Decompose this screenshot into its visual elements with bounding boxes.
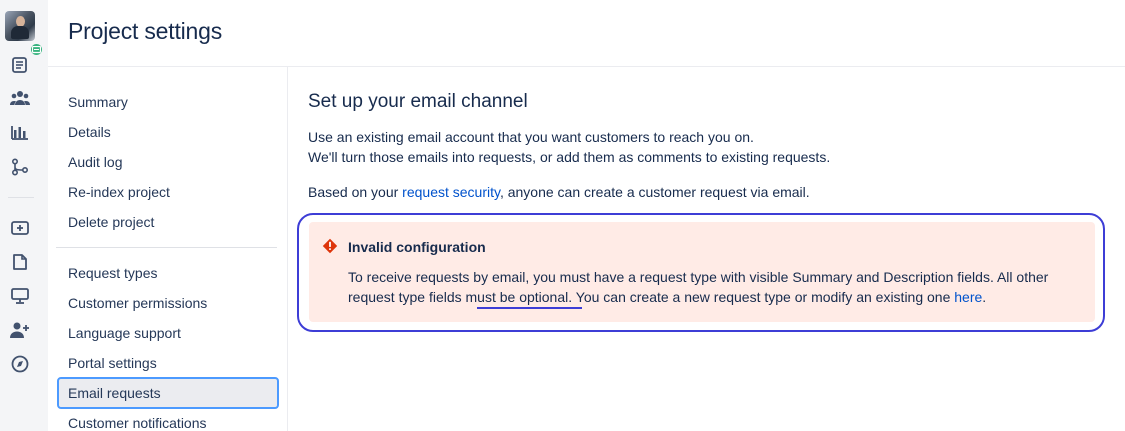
add-user-icon[interactable] [10, 320, 30, 340]
nav-item-delete-project[interactable]: Delete project [68, 212, 154, 232]
git-branch-icon[interactable] [10, 157, 30, 177]
section-heading: Set up your email channel [308, 91, 528, 112]
nav-item-audit-log[interactable]: Audit log [68, 152, 122, 172]
annotation-highlight-ring [297, 213, 1105, 332]
nav-item-reindex-project[interactable]: Re-index project [68, 182, 170, 202]
people-icon[interactable] [10, 88, 30, 108]
nav-group-divider [56, 247, 277, 248]
nav-item-customer-permissions[interactable]: Customer permissions [68, 293, 207, 313]
compass-icon[interactable] [10, 354, 30, 374]
settings-nav: Summary Details Audit log Re-index proje… [48, 67, 288, 431]
nav-item-email-requests[interactable]: Email requests [57, 377, 279, 409]
add-ticket-icon[interactable] [10, 218, 30, 238]
page-icon[interactable] [10, 252, 30, 272]
avatar[interactable] [5, 11, 44, 57]
nav-item-request-types[interactable]: Request types [68, 263, 158, 283]
monitor-icon[interactable] [10, 286, 30, 306]
intro-text-line2: We'll turn those emails into requests, o… [308, 149, 831, 165]
rail-divider [8, 197, 34, 198]
intro-text-line1: Use an existing email account that you w… [308, 129, 754, 145]
nav-divider [287, 67, 288, 431]
bar-chart-icon[interactable] [10, 122, 30, 142]
status-badge-icon [29, 42, 44, 57]
nav-item-summary[interactable]: Summary [68, 92, 128, 112]
nav-item-customer-notifications[interactable]: Customer notifications [68, 413, 207, 431]
nav-item-language-support[interactable]: Language support [68, 323, 181, 343]
security-text: Based on your request security, anyone c… [308, 184, 810, 200]
app-window: Project settings Summary Details Audit l… [0, 0, 1125, 431]
nav-item-portal-settings[interactable]: Portal settings [68, 353, 157, 373]
global-sidebar [0, 0, 48, 431]
document-icon[interactable] [10, 55, 30, 75]
page-title: Project settings [68, 18, 223, 44]
request-security-link[interactable]: request security [402, 184, 500, 200]
nav-item-label: Email requests [68, 385, 161, 401]
nav-item-details[interactable]: Details [68, 122, 111, 142]
